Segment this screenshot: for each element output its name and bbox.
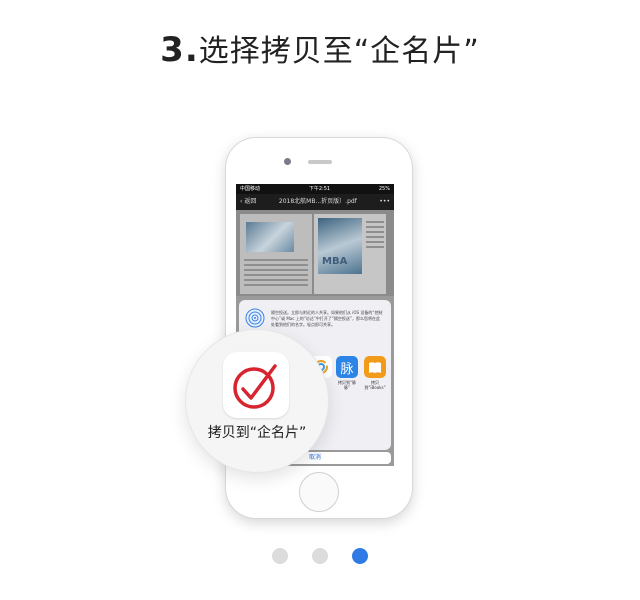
pagination-dots bbox=[0, 548, 640, 564]
more-icon[interactable]: ••• bbox=[379, 194, 390, 210]
airdrop-description: 隔空投送。立即与附近的人共享。如果他们从 iOS 设备的“控制中心”或 Mac … bbox=[271, 310, 383, 327]
carrier-label: 中国移动 bbox=[240, 186, 261, 192]
clock-label: 下午2:51 bbox=[308, 186, 331, 192]
pdf-page-left bbox=[240, 214, 312, 294]
app-label-maimai: 拷贝到“脉脉” bbox=[337, 380, 357, 390]
page-dot-1[interactable] bbox=[272, 548, 288, 564]
magnifier-callout: 拷贝到“企名片” bbox=[186, 330, 328, 472]
qimingpian-icon bbox=[233, 364, 277, 409]
document-title: 2018北航MB...折页版）.pdf bbox=[278, 198, 357, 205]
back-button[interactable]: ‹ 返回 bbox=[240, 194, 256, 210]
doc-photo bbox=[246, 222, 294, 252]
app-label-ibooks: 拷贝到“iBooks” bbox=[364, 380, 386, 390]
step-text: 选择拷贝至“企名片” bbox=[198, 34, 480, 69]
app-qimingpian[interactable] bbox=[223, 352, 289, 418]
speaker-grille bbox=[308, 160, 332, 164]
pdf-page-right: MBA bbox=[314, 214, 386, 294]
camera-icon bbox=[284, 158, 291, 165]
battery-label: 25% bbox=[378, 186, 390, 192]
app-maimai[interactable]: 脉 拷贝到“脉脉” bbox=[335, 356, 359, 390]
status-bar: 中国移动 下午2:51 25% bbox=[236, 184, 394, 194]
qimingpian-label: 拷贝到“企名片” bbox=[207, 425, 307, 441]
pdf-preview: MBA bbox=[236, 210, 394, 296]
nav-bar: ‹ 返回 2018北航MB...折页版）.pdf ••• bbox=[236, 194, 394, 210]
app-ibooks[interactable]: 拷贝到“iBooks” bbox=[363, 356, 387, 390]
page-dot-2[interactable] bbox=[312, 548, 328, 564]
home-button[interactable] bbox=[299, 472, 339, 512]
ibooks-icon bbox=[364, 356, 386, 378]
back-label: 返回 bbox=[244, 198, 257, 205]
maimai-icon: 脉 bbox=[336, 356, 358, 378]
page-dot-3-active[interactable] bbox=[352, 548, 368, 564]
airdrop-icon bbox=[245, 308, 265, 328]
doc-badge: MBA bbox=[322, 256, 348, 267]
step-number: 3. bbox=[160, 30, 199, 70]
step-title: 3.选择拷贝至“企名片” bbox=[0, 26, 640, 70]
